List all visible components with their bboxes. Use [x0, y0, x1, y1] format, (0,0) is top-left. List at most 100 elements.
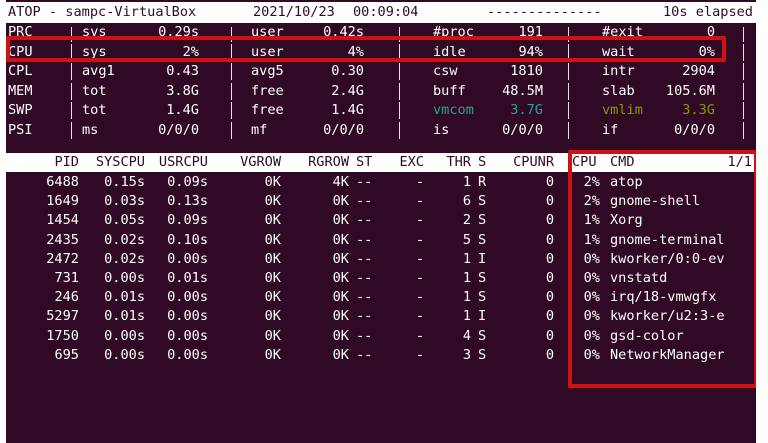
- title-date: 2021/10/23: [253, 4, 335, 20]
- sys-psi-c4l: if: [602, 121, 619, 138]
- process-s: S: [478, 270, 487, 286]
- column-separator: [71, 102, 72, 119]
- process-thr: 4: [462, 327, 471, 344]
- process-syscpu: 0.15s: [104, 174, 145, 190]
- process-vgrow: 0K: [264, 270, 281, 286]
- sys-swp-c1l: tot: [82, 102, 107, 118]
- process-exc: -: [415, 346, 424, 363]
- column-separator: [231, 102, 232, 119]
- process-exc: -: [415, 289, 424, 306]
- sys-cpl-c1l: avg1: [82, 63, 115, 79]
- process-usrcpu: 0.00s: [167, 327, 208, 344]
- process-usrcpu: 0.09s: [167, 212, 208, 229]
- col-st: ST: [356, 154, 373, 170]
- sys-cpl-c2v: 0.30: [331, 63, 364, 79]
- process-st: --: [356, 270, 373, 286]
- process-vgrow: 0K: [264, 289, 281, 306]
- process-vgrow: 0K: [264, 193, 281, 210]
- process-usrcpu: 0.10s: [167, 231, 208, 248]
- process-pid: 2472: [46, 250, 79, 267]
- sys-psi-c1l: ms: [82, 121, 99, 138]
- process-syscpu: 0.00s: [104, 327, 145, 344]
- process-st: --: [356, 289, 373, 306]
- title-dashes: --------------: [487, 4, 602, 20]
- terminal-window[interactable]: ATOP - sampc-VirtualBox 2021/10/23 00:09…: [6, 0, 756, 443]
- sys-swp-c3l: vmcom: [433, 102, 474, 118]
- process-syscpu: 0.02s: [104, 250, 145, 267]
- title-elapsed: 10s elapsed: [662, 4, 753, 20]
- process-st: --: [356, 346, 373, 363]
- process-vgrow: 0K: [264, 327, 281, 344]
- process-cpunr: 0: [545, 308, 554, 325]
- col-thr: THR: [446, 154, 471, 170]
- sys-psi-c2v: 0/0/0: [323, 121, 364, 138]
- process-s: S: [478, 346, 487, 363]
- process-thr: 3: [462, 346, 471, 363]
- sys-swp-c1v: 1.4G: [166, 102, 199, 118]
- sys-cpl-c2l: avg5: [251, 63, 284, 79]
- process-thr: 5: [462, 231, 471, 248]
- process-exc: -: [415, 250, 424, 267]
- column-separator: [743, 27, 744, 42]
- column-separator: [743, 43, 744, 61]
- process-s: S: [478, 327, 487, 344]
- process-cpunr: 0: [545, 212, 554, 229]
- process-st: --: [356, 250, 373, 267]
- process-st: --: [356, 327, 373, 344]
- process-cpunr: 0: [545, 174, 554, 190]
- process-syscpu: 0.05s: [104, 212, 145, 229]
- column-separator: [568, 63, 569, 80]
- process-thr: 1: [462, 270, 471, 286]
- column-separator: [568, 82, 569, 100]
- col-s: S: [478, 154, 487, 170]
- sys-row-psi: PSI ms 0/0/0 mf 0/0/0 is 0/0/0 if 0/0/0: [6, 121, 756, 140]
- process-rgrow: 0K: [332, 193, 349, 210]
- process-rgrow: 0K: [332, 289, 349, 306]
- column-separator: [231, 121, 232, 139]
- process-vgrow: 0K: [264, 308, 281, 325]
- process-s: I: [478, 250, 487, 267]
- sys-row-mem: MEM tot 3.8G free 2.4G buff 48.5M slab 105.6M: [6, 82, 756, 101]
- process-syscpu: 0.02s: [104, 231, 145, 248]
- process-st: --: [356, 308, 373, 325]
- process-exc: -: [415, 327, 424, 344]
- column-separator: [743, 121, 744, 139]
- col-vgrow: VGROW: [240, 154, 281, 170]
- col-exc: EXC: [399, 154, 424, 170]
- col-usrcpu: USRCPU: [158, 154, 208, 170]
- process-thr: 1: [462, 250, 471, 267]
- process-cpunr: 0: [545, 327, 554, 344]
- sys-mem-c2v: 2.4G: [331, 82, 364, 99]
- process-rgrow: 0K: [332, 270, 349, 286]
- process-vgrow: 0K: [264, 231, 281, 248]
- process-pid: 695: [54, 346, 79, 363]
- process-st: --: [356, 174, 373, 190]
- sys-swp-label: SWP: [8, 102, 33, 118]
- sys-psi-c3l: is: [433, 121, 450, 138]
- column-separator: [399, 63, 400, 80]
- process-pid: 6488: [46, 174, 79, 190]
- sys-psi-c1v: 0/0/0: [158, 121, 199, 138]
- sys-mem-c4v: 105.6M: [665, 82, 715, 99]
- column-separator: [568, 102, 569, 119]
- col-cpunr: CPUNR: [513, 154, 554, 170]
- column-separator: [743, 63, 744, 80]
- process-usrcpu: 0.13s: [167, 193, 208, 210]
- process-usrcpu: 0.00s: [167, 308, 208, 325]
- process-pid: 1750: [46, 327, 79, 344]
- process-cpunr: 0: [545, 231, 554, 248]
- cmd-column-highlight: [568, 150, 756, 388]
- column-separator: [399, 121, 400, 139]
- cpu-row-highlight: [6, 36, 726, 62]
- sys-mem-label: MEM: [8, 82, 33, 99]
- sys-mem-c1v: 3.8G: [166, 82, 199, 99]
- process-cpunr: 0: [545, 250, 554, 267]
- process-syscpu: 0.01s: [104, 308, 145, 325]
- process-st: --: [356, 212, 373, 229]
- sys-mem-c3l: buff: [433, 82, 466, 99]
- process-s: S: [478, 289, 487, 306]
- process-cpunr: 0: [545, 193, 554, 210]
- sys-swp-c3v: 3.7G: [510, 102, 543, 118]
- process-rgrow: 0K: [332, 231, 349, 248]
- sys-psi-label: PSI: [8, 121, 33, 138]
